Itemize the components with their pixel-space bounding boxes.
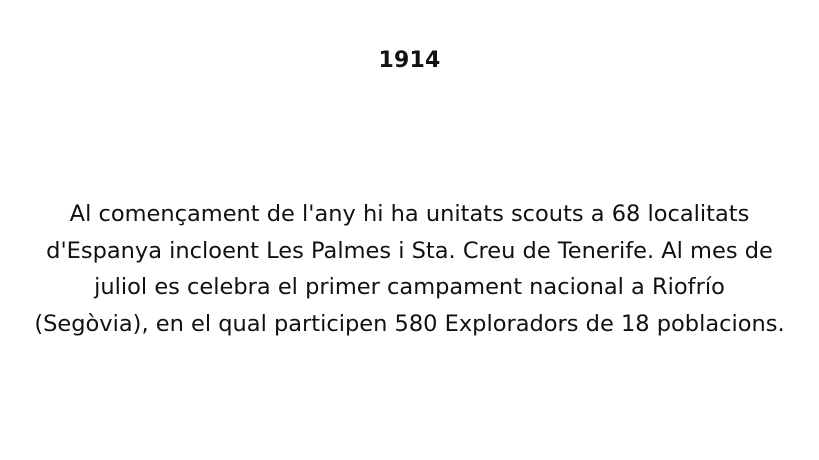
year-heading: 1914 (378, 48, 441, 73)
event-description: Al començament de l'any hi ha unitats sc… (34, 201, 785, 338)
timeline-slide: 1914 Al començament de l'any hi ha unita… (0, 0, 819, 460)
